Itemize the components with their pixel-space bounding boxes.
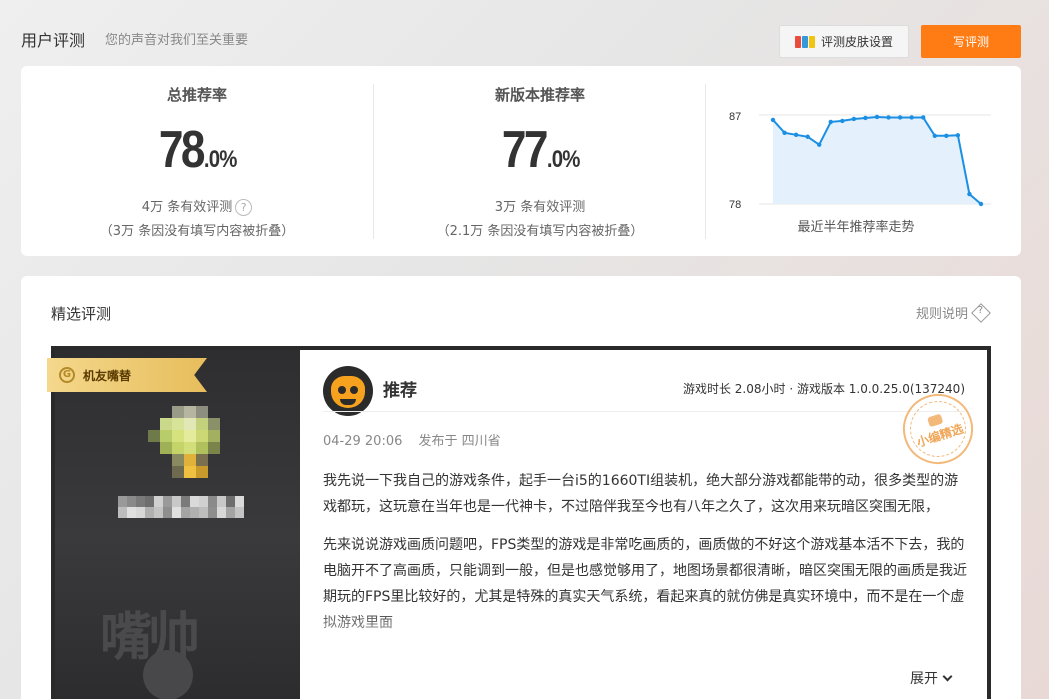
recommend-avatar-icon bbox=[323, 366, 373, 416]
divider bbox=[323, 411, 965, 412]
new-version-rate-value: 77.0% bbox=[501, 121, 580, 179]
new-version-rate-label: 新版本推荐率 bbox=[494, 86, 585, 104]
trend-point bbox=[874, 114, 880, 120]
trend-point bbox=[770, 117, 776, 123]
watermark-emblem bbox=[143, 650, 193, 699]
trend-point bbox=[909, 115, 914, 120]
skin-settings-label: 评测皮肤设置 bbox=[820, 35, 893, 49]
new-version-recommend-rate: 新版本推荐率 77.0% 3万 条有效评测 （2.1万 条因没有填写内容被折叠） bbox=[373, 66, 707, 256]
rules-help-icon: ? bbox=[971, 302, 991, 323]
trend-point bbox=[944, 133, 949, 138]
review-content: 推荐 游戏时长 2.08小时 · 游戏版本 1.0.0.25.0(137240)… bbox=[301, 350, 987, 699]
editor-pick-stamp: 小编精选 bbox=[893, 384, 983, 474]
new-version-folded-count: （2.1万 条因没有填写内容被折叠） bbox=[436, 224, 644, 239]
featured-review-card: 嘴帅 G 机友嘴替 推荐 游戏时长 2.08小时 · 游戏版本 1.0.0.25… bbox=[47, 346, 991, 699]
expand-review-button[interactable]: 展开 bbox=[910, 668, 953, 688]
help-question-icon[interactable]: ? bbox=[235, 199, 253, 216]
trend-point bbox=[863, 115, 868, 121]
trend-chart-svg: 87 78 bbox=[729, 111, 991, 211]
write-review-button[interactable]: 写评测 bbox=[921, 25, 1021, 58]
page-subtitle: 您的声音对我们至关重要 bbox=[105, 33, 249, 48]
trend-point bbox=[851, 116, 857, 122]
review-playtime-version: 游戏时长 2.08小时 · 游戏版本 1.0.0.25.0(137240) bbox=[682, 382, 965, 396]
trend-area bbox=[773, 117, 981, 204]
total-folded-count: （3万 条因没有填写内容被折叠） bbox=[99, 224, 295, 239]
reviewer-avatar-pixelated[interactable] bbox=[148, 406, 220, 486]
divider bbox=[705, 84, 706, 239]
review-meta: 04-29 20:06 发布于 四川省 bbox=[323, 430, 501, 449]
featured-reviews-section: 精选评测 规则说明 ? 嘴帅 G 机友嘴替 推荐 游戏时长 2.08小时 · 游… bbox=[21, 276, 1021, 699]
badge-g-icon: G bbox=[59, 367, 75, 383]
section-title: 精选评测 bbox=[51, 305, 112, 323]
y-axis-max-label: 87 bbox=[729, 111, 741, 123]
page-title: 用户评测 bbox=[21, 31, 86, 50]
y-axis-min-label: 78 bbox=[729, 199, 741, 211]
new-version-review-count: 3万 条有效评测 bbox=[494, 200, 586, 215]
total-rate-value: 78.0% bbox=[158, 121, 237, 179]
rules-link[interactable]: 规则说明 ? bbox=[916, 302, 991, 323]
trend-point bbox=[793, 132, 799, 137]
page-header: 用户评测 您的声音对我们至关重要 评测皮肤设置 写评测 bbox=[21, 22, 1021, 58]
review-date: 04-29 20:06 bbox=[323, 434, 403, 449]
trend-point bbox=[955, 133, 961, 138]
review-location: 发布于 四川省 bbox=[418, 434, 501, 449]
total-review-count: 4万 条有效评测? bbox=[21, 196, 373, 216]
trend-point bbox=[978, 201, 984, 207]
recommend-trend-chart: 87 78 最近半年推荐率走势 bbox=[721, 96, 991, 246]
review-paragraph: 我先说一下我自己的游戏条件，起手一台i5的1660TI组装机，绝大部分游戏都能带… bbox=[323, 473, 959, 515]
trend-point bbox=[817, 142, 822, 147]
trend-point bbox=[805, 134, 810, 139]
reviewer-panel: 嘴帅 bbox=[55, 350, 300, 699]
trend-point bbox=[840, 118, 845, 124]
total-rate-label: 总推荐率 bbox=[166, 86, 227, 104]
chevron-down-icon bbox=[942, 671, 953, 681]
reviewer-badge: G 机友嘴替 bbox=[47, 358, 207, 392]
review-skin-settings-button[interactable]: 评测皮肤设置 bbox=[779, 25, 909, 58]
total-recommend-rate: 总推荐率 78.0% 4万 条有效评测? （3万 条因没有填写内容被折叠） bbox=[21, 66, 373, 256]
reviewer-name-pixelated[interactable] bbox=[118, 496, 244, 518]
recommendation-stats-card: 总推荐率 78.0% 4万 条有效评测? （3万 条因没有填写内容被折叠） 新版… bbox=[21, 66, 1021, 256]
trend-point bbox=[828, 119, 833, 125]
trend-point bbox=[921, 115, 926, 120]
review-verdict: 推荐 bbox=[383, 381, 417, 401]
trend-point bbox=[886, 115, 891, 120]
trend-point bbox=[932, 133, 937, 138]
trend-point bbox=[967, 191, 972, 197]
trend-caption: 最近半年推荐率走势 bbox=[797, 220, 915, 235]
skin-palette-icon bbox=[794, 35, 815, 48]
text-fade-overlay bbox=[301, 608, 987, 668]
trend-point bbox=[782, 130, 787, 135]
trend-point bbox=[897, 115, 903, 120]
